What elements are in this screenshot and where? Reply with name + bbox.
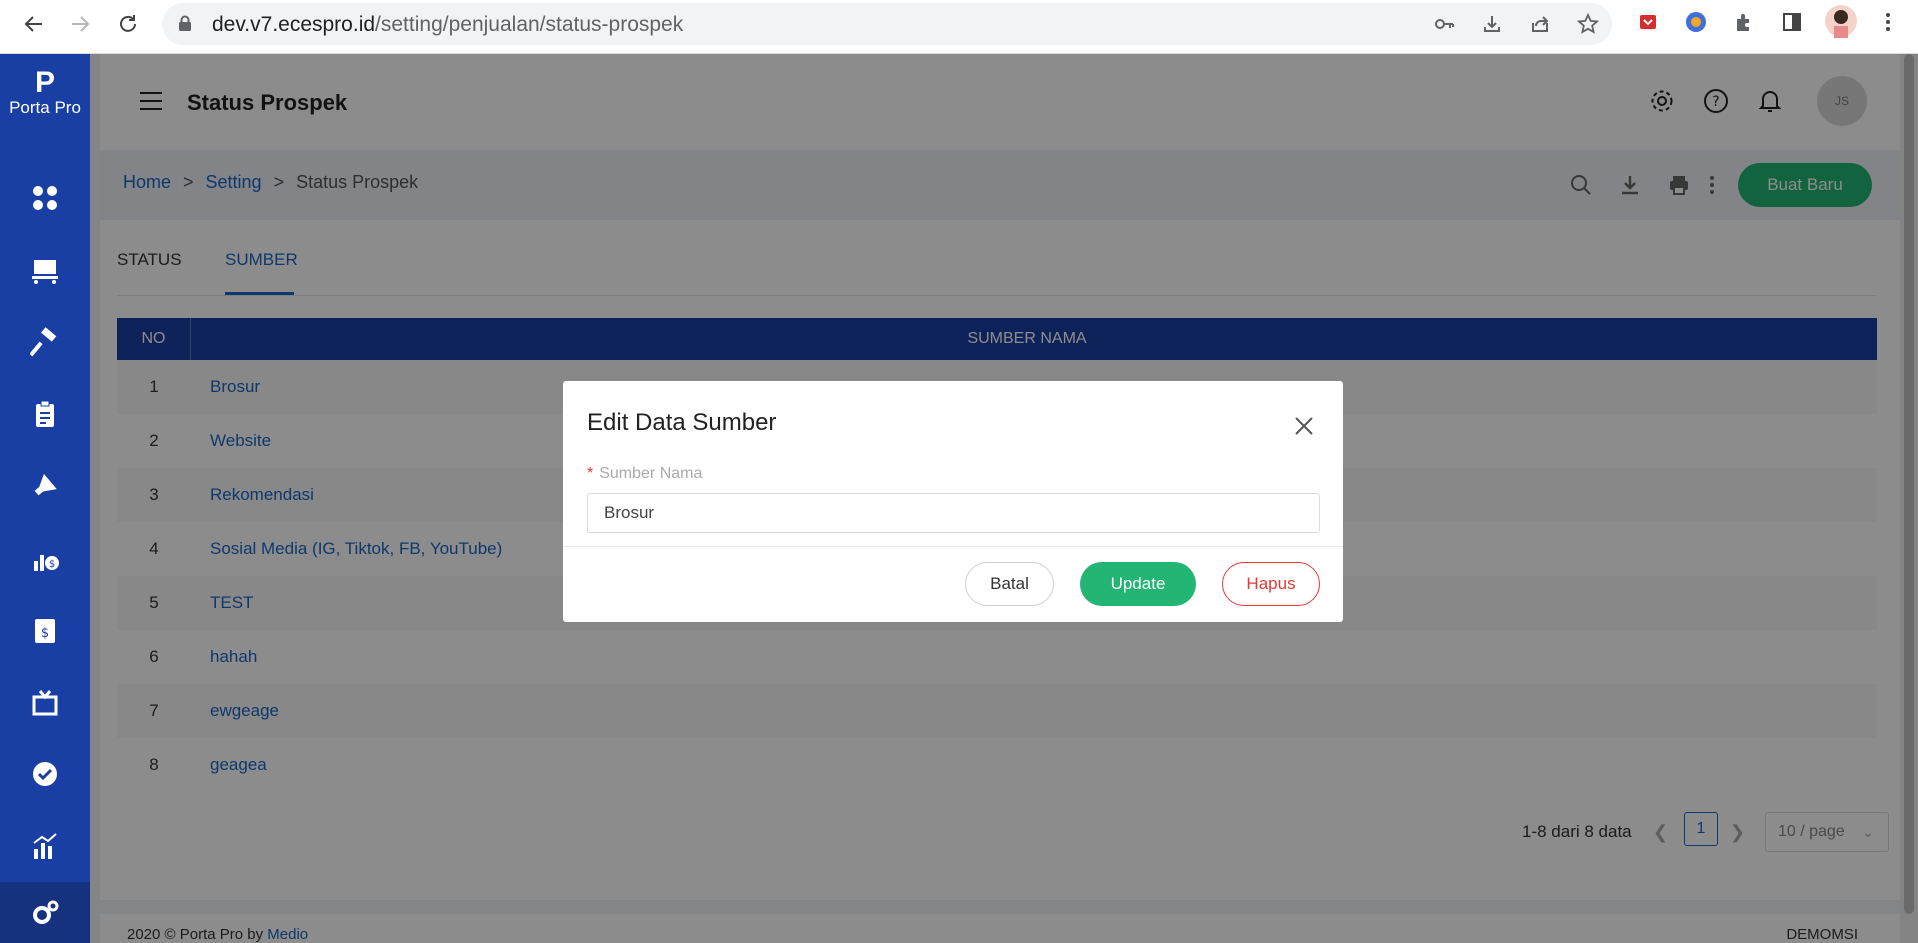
modal-divider [563, 546, 1343, 547]
address-bar[interactable]: dev.v7.ecespro.id/setting/penjualan/stat… [162, 3, 1612, 45]
sidebar-item-reports[interactable] [0, 810, 90, 882]
cashier-icon [32, 260, 58, 284]
sidebar-item-inventory[interactable] [0, 666, 90, 738]
sidebar-item-sales[interactable]: $ [0, 522, 90, 594]
modal-title: Edit Data Sumber [587, 409, 777, 436]
key-icon[interactable] [1432, 12, 1456, 36]
sidebar: P Porta Pro $ $ [0, 54, 90, 943]
bookmark-star-icon[interactable] [1576, 12, 1600, 36]
invoice-icon: $ [35, 619, 55, 643]
install-icon[interactable] [1480, 12, 1504, 36]
extensions-puzzle-icon[interactable] [1730, 8, 1758, 36]
sidebar-item-marketing[interactable] [0, 450, 90, 522]
sidebar-item-dashboard[interactable] [0, 162, 90, 234]
sumber-nama-label: * Sumber Nama [587, 465, 702, 483]
forward-arrow-icon[interactable] [64, 8, 96, 40]
bar-chart-icon [33, 833, 57, 859]
hammer-icon [30, 327, 57, 357]
gears-icon [33, 900, 59, 924]
app-logo[interactable]: P Porta Pro [0, 68, 90, 118]
sidebar-item-pos[interactable] [0, 234, 90, 306]
logo-mark: P [34, 66, 55, 99]
browser-chrome: dev.v7.ecespro.id/setting/penjualan/stat… [0, 0, 1918, 54]
share-icon[interactable] [1528, 12, 1552, 36]
close-icon[interactable] [1292, 414, 1316, 438]
sales-growth-icon: $ [34, 555, 59, 571]
profile-avatar-icon[interactable] [1824, 4, 1858, 38]
side-panel-icon[interactable] [1778, 8, 1806, 36]
sidebar-item-finance[interactable]: $ [0, 594, 90, 666]
dashboard-icon [33, 186, 57, 210]
required-asterisk-icon: * [587, 465, 594, 482]
sidebar-item-settings[interactable] [0, 882, 90, 943]
sidebar-item-tasks[interactable] [0, 378, 90, 450]
svg-text:$: $ [41, 626, 49, 641]
svg-text:$: $ [49, 559, 55, 570]
sidebar-item-production[interactable] [0, 306, 90, 378]
clipboard-icon [36, 400, 54, 427]
sidebar-item-approval[interactable] [0, 738, 90, 810]
megaphone-icon [34, 473, 57, 496]
back-arrow-icon[interactable] [18, 8, 50, 40]
sumber-nama-input[interactable] [587, 493, 1320, 533]
lock-icon [179, 15, 191, 31]
delete-button[interactable]: Hapus [1222, 562, 1320, 606]
verified-badge-icon [33, 762, 57, 786]
update-button[interactable]: Update [1080, 562, 1196, 606]
browser-menu-icon[interactable] [1874, 8, 1902, 36]
extension-shield-icon[interactable] [1634, 8, 1662, 36]
edit-sumber-modal: Edit Data Sumber * Sumber Nama Batal Upda… [563, 381, 1343, 622]
logo-text: Porta Pro [9, 98, 81, 117]
url-text: dev.v7.ecespro.id/setting/penjualan/stat… [212, 13, 684, 36]
field-label-text: Sumber Nama [599, 465, 703, 482]
extension-globe-icon[interactable] [1682, 8, 1710, 36]
box-icon [32, 690, 58, 716]
cancel-button[interactable]: Batal [965, 562, 1054, 606]
reload-icon[interactable] [112, 8, 144, 40]
